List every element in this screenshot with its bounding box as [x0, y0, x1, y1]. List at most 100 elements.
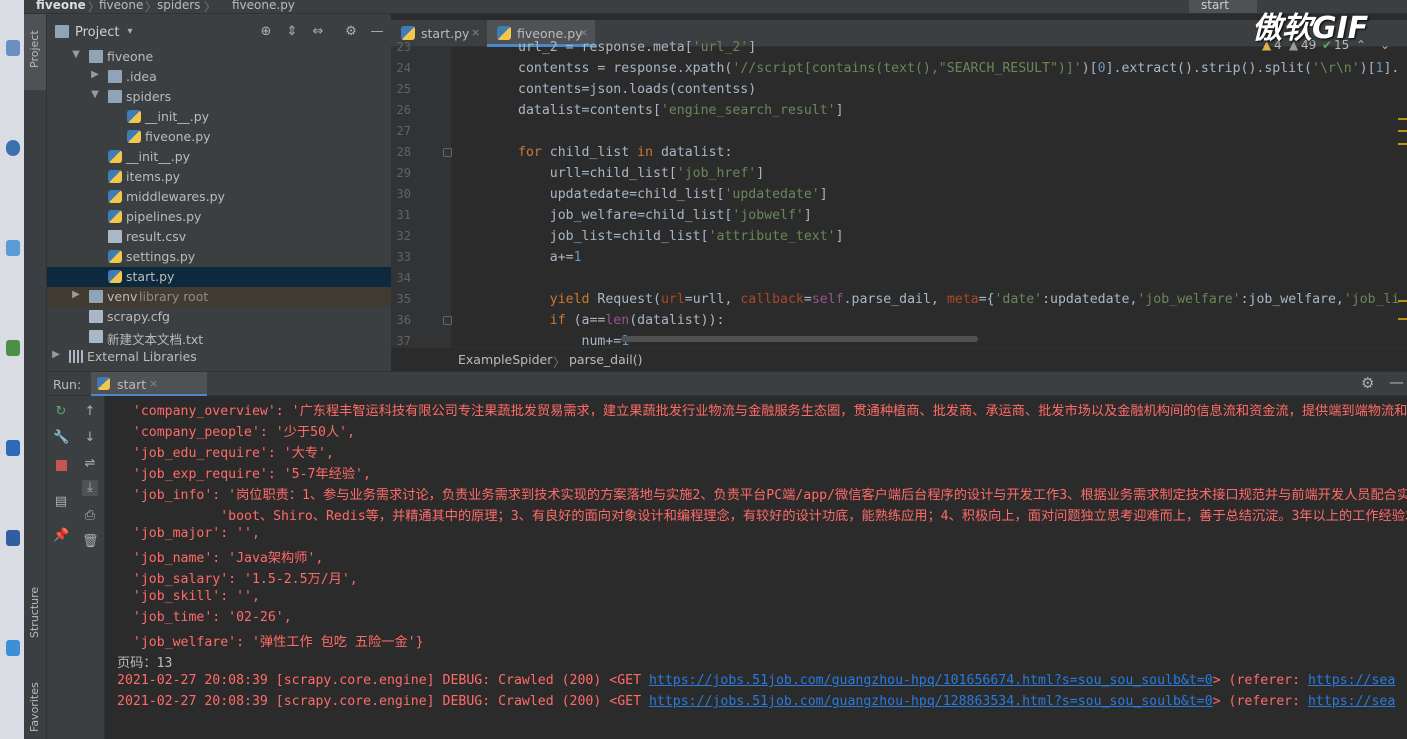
tree-item[interactable]: start.py: [47, 267, 391, 287]
python-file-icon: [108, 250, 122, 263]
print-icon[interactable]: ⎙: [82, 508, 98, 524]
breadcrumb-class[interactable]: ExampleSpider: [458, 352, 552, 367]
run-panel-header: Run: start × ⚙ —: [47, 371, 1407, 396]
folder-icon: [89, 50, 103, 63]
layout-icon[interactable]: ▤: [53, 494, 69, 510]
python-file-icon: [97, 377, 110, 390]
fold-marker-icon[interactable]: [443, 148, 452, 157]
tree-item[interactable]: ▶ External Libraries: [47, 347, 391, 367]
log-text: > (referer:: [1212, 673, 1308, 688]
project-panel-header: Project ▾ ⊕ ⇕ ⇔ ⚙ —: [47, 20, 391, 44]
breadcrumb-method[interactable]: parse_dail(): [569, 352, 642, 367]
close-icon[interactable]: ×: [579, 26, 588, 39]
line-number: 30: [396, 187, 411, 201]
soft-wrap-icon[interactable]: ⇌: [82, 456, 98, 472]
tree-item[interactable]: __init__.py: [47, 107, 391, 127]
chevron-right-icon[interactable]: ▶: [90, 69, 100, 80]
code-line: job_list=child_list['attribute_text']: [518, 229, 844, 244]
favorites-tab-label[interactable]: Favorites: [28, 682, 41, 732]
scroll-to-end-icon[interactable]: ⤓: [82, 480, 98, 496]
tree-item[interactable]: fiveone.py: [47, 127, 391, 147]
error-stripe-mark[interactable]: [1398, 300, 1407, 302]
project-tool-tab[interactable]: Project: [24, 14, 46, 90]
editor-horizontal-scrollbar[interactable]: [621, 336, 978, 342]
minimize-icon[interactable]: —: [1389, 373, 1404, 391]
structure-tab-label[interactable]: Structure: [28, 587, 41, 638]
run-toolbar-secondary: ↑ ↓ ⇌ ⤓ ⎙ 🗑: [75, 396, 105, 739]
line-number: 32: [396, 229, 411, 243]
stop-icon[interactable]: [53, 460, 69, 476]
tree-item[interactable]: items.py: [47, 167, 391, 187]
chevron-down-icon[interactable]: ⌄: [1380, 38, 1390, 52]
run-tab-start[interactable]: start ×: [91, 372, 207, 396]
chevron-right-icon[interactable]: ▶: [51, 349, 61, 360]
breadcrumb-module[interactable]: fiveone: [99, 0, 143, 12]
gear-icon[interactable]: ⚙: [1361, 374, 1374, 392]
line-number: 37: [396, 334, 411, 348]
project-view-icon: [55, 25, 69, 38]
library-icon: [69, 350, 83, 363]
log-url-link[interactable]: https://jobs.51job.com/guangzhou-hpq/101…: [649, 673, 1213, 688]
collapse-all-icon[interactable]: ⇔: [310, 24, 326, 40]
line-number: 25: [396, 82, 411, 96]
project-panel-title[interactable]: Project: [75, 25, 119, 40]
chevron-right-icon[interactable]: ▶: [71, 289, 81, 300]
code-line: job_welfare=child_list['jobwelf']: [518, 208, 812, 223]
code-line: url_2 = response.meta['url_2']: [518, 40, 757, 55]
console-line: 页码：13: [117, 656, 173, 671]
python-file-icon: [108, 210, 122, 223]
log-url-link[interactable]: https://jobs.51job.com/guangzhou-hpq/128…: [649, 694, 1213, 709]
arrow-up-icon[interactable]: ↑: [82, 404, 98, 420]
console-line: 'job_exp_require': '5-7年经验',: [117, 467, 371, 482]
tree-item[interactable]: pipelines.py: [47, 207, 391, 227]
chevron-down-icon[interactable]: ▾: [122, 24, 138, 40]
locate-file-icon[interactable]: ⊕: [258, 24, 274, 40]
arrow-down-icon[interactable]: ↓: [82, 430, 98, 446]
line-number-gutter: 23 24 25 26 27 28 29 30 31 32 33 34 35 36 37: [391, 40, 452, 348]
breadcrumb-project[interactable]: fiveone: [36, 0, 86, 12]
wrench-icon[interactable]: 🔧: [53, 430, 69, 446]
tree-item-label: scrapy.cfg: [107, 309, 170, 324]
tree-item[interactable]: middlewares.py: [47, 187, 391, 207]
run-tab-label: start: [117, 377, 147, 392]
tree-item[interactable]: settings.py: [47, 247, 391, 267]
referer-link[interactable]: https://sea: [1308, 694, 1395, 709]
error-stripe-mark[interactable]: [1398, 118, 1407, 120]
error-stripe-mark[interactable]: [1398, 130, 1407, 132]
expand-all-icon[interactable]: ⇕: [284, 24, 300, 40]
tree-item[interactable]: 新建文本文档.txt: [47, 327, 391, 347]
referer-link[interactable]: https://sea: [1308, 673, 1395, 688]
breadcrumb-folder[interactable]: spiders: [157, 0, 200, 12]
chevron-down-icon[interactable]: ▼: [90, 89, 100, 100]
editor-breadcrumb: ExampleSpider 〉 parse_dail(): [391, 347, 1407, 371]
run-config-selector[interactable]: start: [1189, 0, 1257, 13]
tree-item-label: spiders: [126, 89, 172, 104]
tree-item[interactable]: ▶ venv library root: [47, 287, 391, 307]
tree-item[interactable]: scrapy.cfg: [47, 307, 391, 327]
tree-item-label: fiveone.py: [145, 129, 211, 144]
gear-icon[interactable]: ⚙: [343, 24, 359, 40]
console-line: 'job_skill': '',: [117, 589, 260, 604]
tab-label: start.py: [421, 26, 470, 41]
error-stripe-mark[interactable]: [1398, 318, 1407, 320]
breadcrumb-file[interactable]: fiveone.py: [232, 0, 295, 12]
project-panel: Project ▾ ⊕ ⇕ ⇔ ⚙ — ▼ fiveone ▶ .idea ▼ spide…: [47, 14, 391, 371]
trash-icon[interactable]: 🗑: [82, 534, 99, 550]
close-icon[interactable]: ×: [471, 26, 480, 39]
tree-item[interactable]: ▼ fiveone: [47, 47, 391, 67]
tree-item[interactable]: ▶ .idea: [47, 67, 391, 87]
minimize-icon[interactable]: —: [369, 24, 385, 40]
rerun-icon[interactable]: ↻: [53, 404, 69, 420]
tree-item[interactable]: ▼ spiders: [47, 87, 391, 107]
code-line: contentss = response.xpath('//script[con…: [518, 61, 1400, 76]
pin-icon[interactable]: 📌: [53, 528, 69, 544]
fold-marker-icon[interactable]: [443, 316, 452, 325]
chevron-down-icon[interactable]: ▼: [71, 49, 81, 60]
run-console[interactable]: 'company_overview': '广东程丰智运科技有限公司专注果蔬批发贸…: [105, 396, 1407, 739]
close-icon[interactable]: ×: [149, 377, 158, 390]
error-stripe-mark[interactable]: [1398, 143, 1407, 145]
console-line: 'company_overview': '广东程丰智运科技有限公司专注果蔬批发贸…: [117, 404, 1407, 419]
code-line: yield Request(url=urll, callback=self.pa…: [549, 292, 1400, 307]
tree-item[interactable]: __init__.py: [47, 147, 391, 167]
tree-item[interactable]: result.csv: [47, 227, 391, 247]
